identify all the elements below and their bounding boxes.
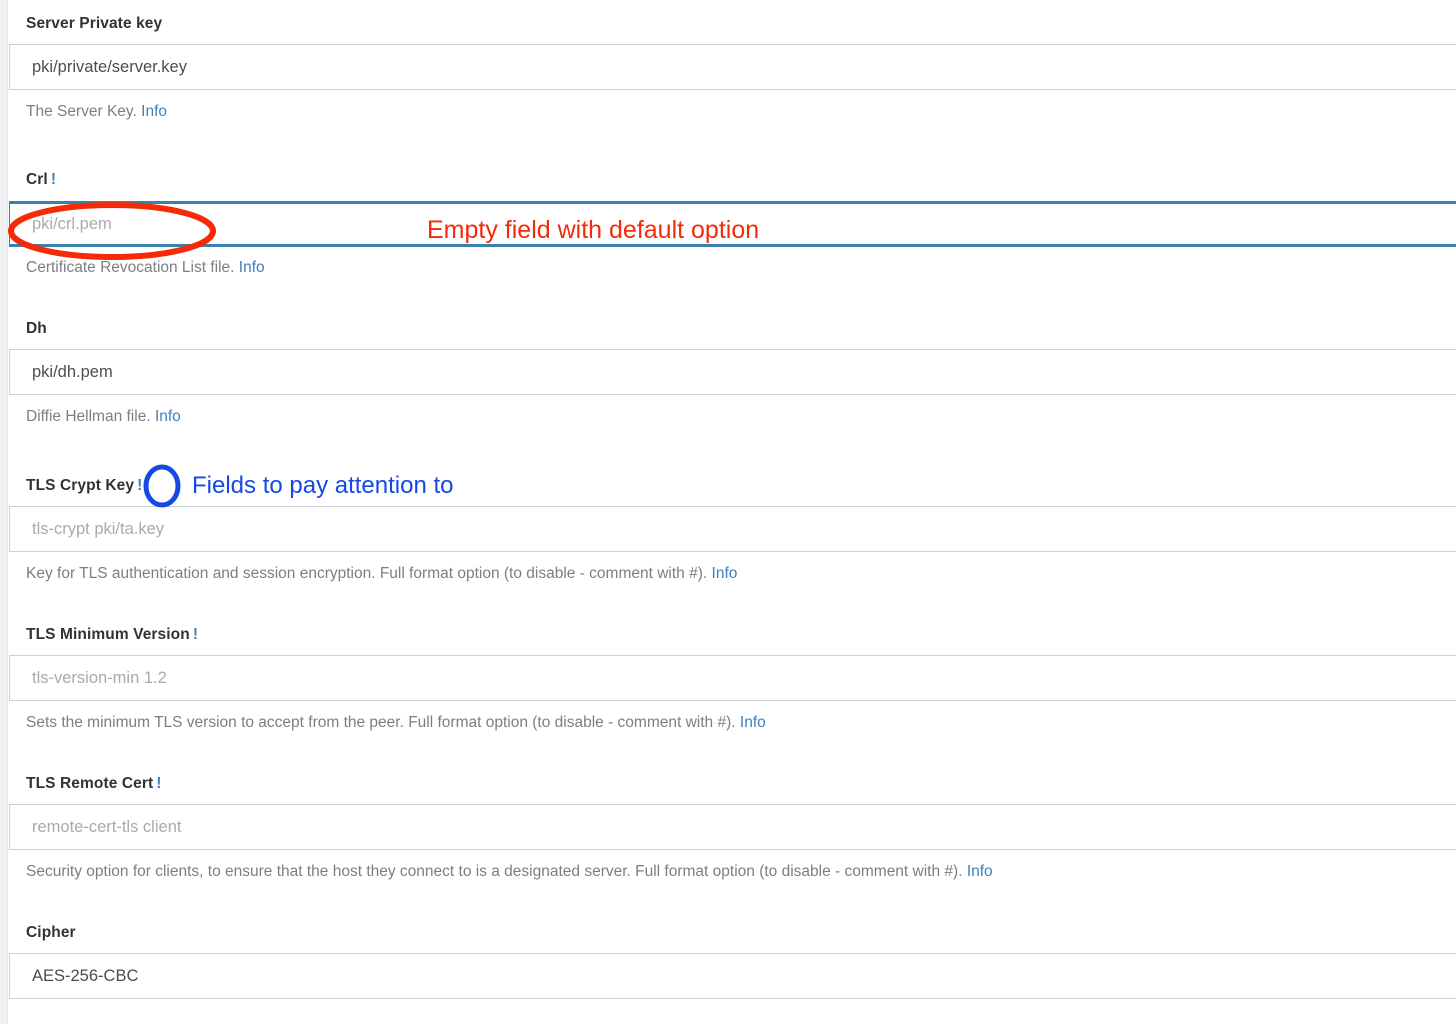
tls-crypt-key-attention-marker: ! — [137, 477, 143, 494]
field-help-server-private-key: The Server Key. Info — [26, 103, 168, 120]
info-link-tls-remote-cert[interactable]: Info — [967, 863, 993, 880]
field-group-tls-remote-cert: TLS Remote Cert! remote-cert-tls client … — [9, 774, 1456, 882]
info-link-dh[interactable]: Info — [155, 408, 181, 425]
settings-form: Server Private key pki/private/server.ke… — [9, 0, 1456, 1024]
field-help-tls-remote-cert: Security option for clients, to ensure t… — [26, 863, 993, 880]
field-label-tls-crypt-key: TLS Crypt Key! — [26, 477, 143, 494]
dh-input[interactable]: pki/dh.pem — [9, 349, 1456, 395]
tls-remote-cert-attention-marker: ! — [156, 775, 162, 792]
cipher-input[interactable]: AES-256-CBC — [9, 953, 1456, 999]
tls-minimum-version-attention-marker: ! — [192, 626, 199, 643]
field-help-tls-minimum-version: Sets the minimum TLS version to accept f… — [26, 714, 766, 731]
info-link-crl[interactable]: Info — [239, 259, 265, 276]
field-help-crl: Certificate Revocation List file. Info — [26, 259, 265, 276]
field-label-cipher: Cipher — [26, 924, 76, 941]
field-help-dh: Diffie Hellman file. Info — [26, 408, 181, 425]
field-group-tls-minimum-version: TLS Minimum Version! tls-version-min 1.2… — [9, 625, 1456, 733]
tls-crypt-key-input[interactable]: tls-crypt pki/ta.key — [9, 506, 1456, 552]
field-group-tls-crypt-key: TLS Crypt Key! tls-crypt pki/ta.key Key … — [9, 476, 1456, 584]
field-label-tls-minimum-version: TLS Minimum Version! — [26, 626, 199, 643]
server-private-key-input[interactable]: pki/private/server.key — [9, 44, 1456, 90]
field-group-server-private-key: Server Private key pki/private/server.ke… — [9, 14, 1456, 122]
field-label-crl: Crl! — [26, 171, 57, 188]
info-link-tls-crypt-key[interactable]: Info — [712, 565, 738, 582]
field-label-dh: Dh — [26, 320, 47, 337]
tls-remote-cert-input[interactable]: remote-cert-tls client — [9, 804, 1456, 850]
field-label-server-private-key: Server Private key — [26, 15, 163, 32]
field-group-cipher: Cipher AES-256-CBC — [9, 923, 1456, 999]
info-link-server-private-key[interactable]: Info — [141, 103, 167, 120]
info-link-tls-minimum-version[interactable]: Info — [740, 714, 766, 731]
left-gutter-strip — [0, 0, 8, 1024]
crl-input[interactable]: pki/crl.pem — [9, 201, 1456, 247]
field-group-dh: Dh pki/dh.pem Diffie Hellman file. Info — [9, 319, 1456, 427]
field-help-tls-crypt-key: Key for TLS authentication and session e… — [26, 565, 738, 582]
field-label-tls-remote-cert: TLS Remote Cert! — [26, 775, 162, 792]
crl-attention-marker: ! — [50, 171, 57, 188]
tls-minimum-version-input[interactable]: tls-version-min 1.2 — [9, 655, 1456, 701]
field-group-crl: Crl! pki/crl.pem Certificate Revocation … — [9, 170, 1456, 278]
